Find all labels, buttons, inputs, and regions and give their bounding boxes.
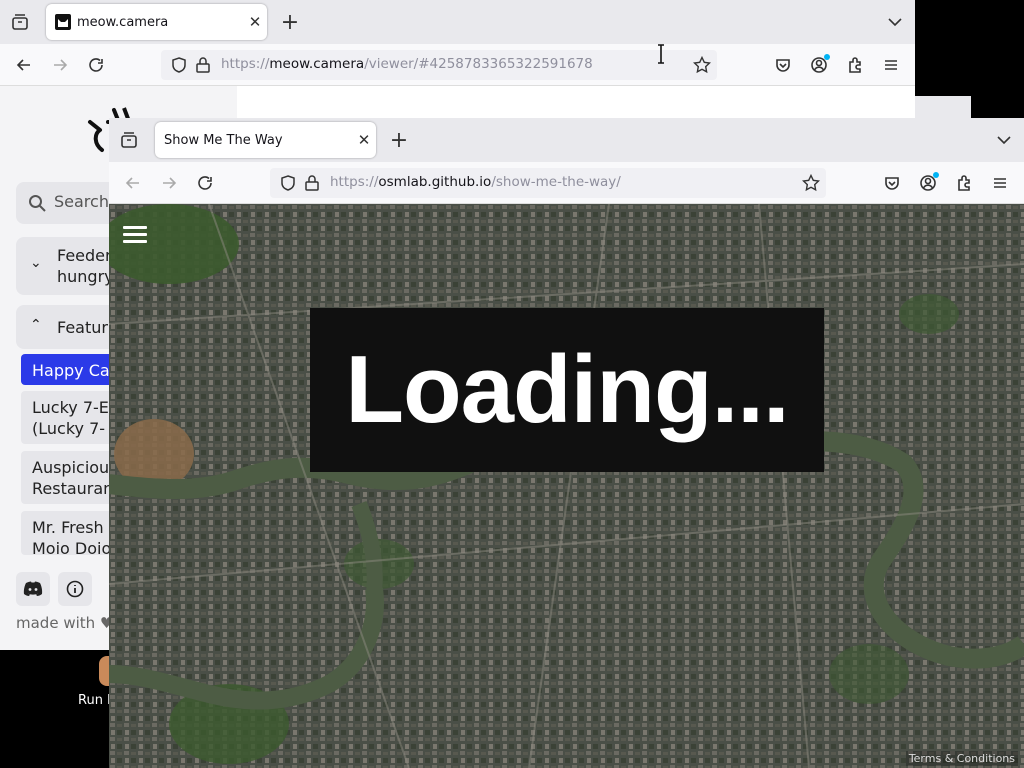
tab-title: Show Me The Way xyxy=(164,132,283,148)
cat-favicon-icon xyxy=(55,14,71,30)
new-tab-icon[interactable]: + xyxy=(385,126,413,154)
satellite-imagery xyxy=(109,204,1024,768)
back-arrow-icon[interactable] xyxy=(119,169,147,197)
tab-bar: meow.camera ✕ + xyxy=(0,0,915,44)
chevron-up-icon: ⌃ xyxy=(30,317,42,333)
browser-window-show-me-the-way: Show Me The Way ✕ + https://osmlab.githu… xyxy=(109,118,1024,768)
discord-button[interactable] xyxy=(16,572,50,606)
tab-title: meow.camera xyxy=(77,14,169,30)
reload-icon[interactable] xyxy=(191,169,219,197)
tab-meow-camera[interactable]: meow.camera ✕ xyxy=(46,4,267,40)
url-text[interactable]: https://meow.camera/viewer/#425878336532… xyxy=(221,56,593,72)
chevron-down-icon: ⌄ xyxy=(30,255,42,271)
tab-show-me-the-way[interactable]: Show Me The Way ✕ xyxy=(155,122,376,158)
menu-icon[interactable] xyxy=(877,51,905,79)
info-icon xyxy=(66,580,84,598)
account-icon[interactable] xyxy=(914,169,942,197)
pocket-icon[interactable] xyxy=(878,169,906,197)
url-text[interactable]: https://osmlab.github.io/show-me-the-way… xyxy=(330,174,621,190)
pocket-icon[interactable] xyxy=(769,51,797,79)
terms-link[interactable]: Terms & Conditions xyxy=(905,751,1018,766)
address-bar[interactable]: https://meow.camera/viewer/#425878336532… xyxy=(161,50,717,80)
info-button[interactable] xyxy=(58,572,92,606)
satellite-map[interactable]: Loading... Terms & Conditions xyxy=(109,204,1024,768)
lock-icon[interactable] xyxy=(196,57,210,73)
tab-manager-icon[interactable] xyxy=(6,8,34,36)
reload-icon[interactable] xyxy=(82,51,110,79)
nav-bar: https://osmlab.github.io/show-me-the-way… xyxy=(109,162,1024,204)
list-tabs-chevron-icon[interactable] xyxy=(990,126,1018,154)
forward-arrow-icon[interactable] xyxy=(155,169,183,197)
back-arrow-icon[interactable] xyxy=(10,51,38,79)
hamburger-menu-icon[interactable] xyxy=(123,226,147,244)
new-tab-icon[interactable]: + xyxy=(276,8,304,36)
account-icon[interactable] xyxy=(805,51,833,79)
loading-overlay: Loading... xyxy=(310,308,824,472)
close-tab-icon[interactable]: ✕ xyxy=(243,13,267,31)
made-with-text: made with ♥ xyxy=(16,614,114,632)
background-window-strip xyxy=(915,96,971,120)
menu-icon[interactable] xyxy=(986,169,1014,197)
tab-manager-icon[interactable] xyxy=(115,126,143,154)
search-icon xyxy=(29,195,46,212)
bookmark-star-icon[interactable] xyxy=(802,174,820,192)
forward-arrow-icon[interactable] xyxy=(46,51,74,79)
extensions-icon[interactable] xyxy=(841,51,869,79)
shield-icon[interactable] xyxy=(171,57,187,73)
list-tabs-chevron-icon[interactable] xyxy=(881,8,909,36)
close-tab-icon[interactable]: ✕ xyxy=(352,131,376,149)
lock-icon[interactable] xyxy=(305,175,319,191)
address-bar[interactable]: https://osmlab.github.io/show-me-the-way… xyxy=(270,168,826,198)
discord-icon xyxy=(23,581,43,596)
text-cursor-icon xyxy=(658,44,664,64)
extensions-icon[interactable] xyxy=(950,169,978,197)
loading-text: Loading... xyxy=(345,336,789,443)
shield-icon[interactable] xyxy=(280,175,296,191)
desktop: meow.camera ✕ + https://meow.camera/view… xyxy=(0,0,1024,768)
nav-bar: https://meow.camera/viewer/#425878336532… xyxy=(0,44,915,86)
bookmark-star-icon[interactable] xyxy=(693,56,711,74)
tab-bar: Show Me The Way ✕ + xyxy=(109,118,1024,162)
